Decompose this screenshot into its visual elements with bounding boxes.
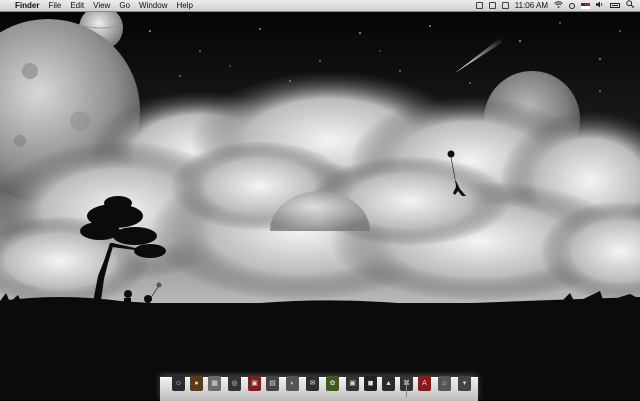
safari-icon-glyph: ◎ (231, 380, 238, 387)
status-item-icon-2[interactable] (488, 2, 496, 9)
home-folder-icon[interactable]: ⌂ (438, 376, 451, 391)
app-icon-9[interactable]: ✿ (326, 376, 339, 391)
home-folder-icon-glyph: ⌂ (442, 380, 447, 387)
app-menu-finder[interactable]: Finder (15, 0, 39, 11)
app-icon-3-glyph: ▦ (211, 380, 218, 387)
menu-edit[interactable]: Edit (70, 0, 84, 11)
dock-separator (406, 381, 407, 397)
menu-file[interactable]: File (48, 0, 61, 11)
app-icon-11-glyph: ◼ (367, 380, 374, 387)
menu-bar: Finder File Edit View Go Window Help 11:… (0, 0, 640, 12)
finder-icon[interactable]: ☺ (172, 376, 185, 391)
app-icon-2-glyph: ● (194, 380, 199, 387)
app-icon-9-glyph: ✿ (329, 380, 336, 387)
app-icon-5[interactable]: ▣ (248, 376, 261, 391)
trash-icon-glyph: ▾ (462, 380, 467, 387)
menu-help[interactable]: Help (176, 0, 192, 11)
battery-icon[interactable] (610, 3, 620, 8)
clock[interactable]: 11:06 AM (515, 0, 548, 11)
menu-window[interactable]: Window (139, 0, 167, 11)
app-icon-12-glyph: ▲ (385, 380, 392, 387)
calendar-icon[interactable] (501, 2, 509, 9)
app-icon-10-glyph: ▣ (349, 380, 356, 387)
app-icon-3[interactable]: ▦ (208, 376, 221, 391)
menu-view[interactable]: View (93, 0, 110, 11)
time-machine-icon[interactable] (569, 2, 575, 9)
app-icon-7[interactable]: ◐ (286, 376, 299, 391)
app-icon-14[interactable]: A (418, 376, 431, 391)
app-icon-11[interactable]: ◼ (364, 376, 377, 391)
input-flag-icon[interactable] (581, 2, 590, 9)
finder-icon-glyph: ☺ (174, 380, 183, 387)
spotlight-icon[interactable] (626, 0, 635, 11)
app-icon-6-glyph: ▤ (269, 380, 276, 387)
menu-go[interactable]: Go (119, 0, 130, 11)
app-icon-8[interactable]: ✉ (306, 376, 319, 391)
app-icon-14-glyph: A (422, 380, 427, 387)
desktop-wallpaper (0, 11, 640, 400)
app-icon-6[interactable]: ▤ (266, 376, 279, 391)
app-icon-5-glyph: ▣ (251, 380, 258, 387)
app-icon-8-glyph: ✉ (309, 380, 316, 387)
app-icon-12[interactable]: ▲ (382, 376, 395, 391)
app-icon-2[interactable]: ● (190, 376, 203, 391)
wifi-icon[interactable] (554, 0, 563, 11)
app-icon-10[interactable]: ▣ (346, 376, 359, 391)
trash-icon[interactable]: ▾ (458, 376, 471, 391)
volume-icon[interactable] (596, 0, 604, 11)
status-item-icon[interactable] (475, 2, 483, 9)
safari-icon[interactable]: ◎ (228, 376, 241, 391)
app-icon-7-glyph: ◐ (290, 380, 295, 387)
dock: ☺●▦◎▣▤◐✉✿▣◼▲⌘A⌂▾ (160, 376, 478, 401)
